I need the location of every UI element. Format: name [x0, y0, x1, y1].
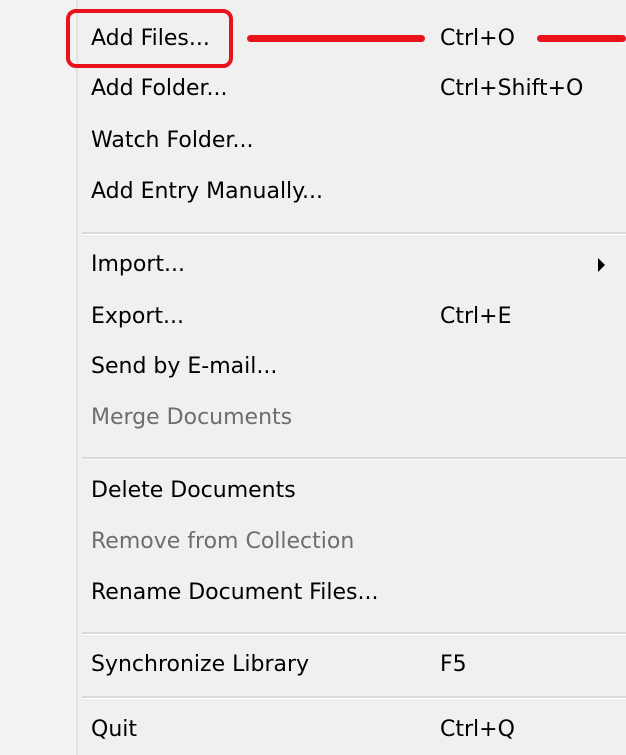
- menu-separator: [82, 696, 626, 699]
- menu-item-synchronize-library[interactable]: Synchronize Library F5: [78, 640, 626, 690]
- menu-item-label: Rename Document Files...: [91, 580, 379, 605]
- menu-item-export[interactable]: Export... Ctrl+E: [78, 292, 626, 342]
- menu-item-label: Import...: [91, 252, 185, 277]
- menu-item-label: Merge Documents: [91, 405, 293, 430]
- menu-item-send-by-email[interactable]: Send by E-mail...: [78, 342, 626, 392]
- menu-item-shortcut: Ctrl+O: [440, 26, 515, 51]
- menu-item-label: Export...: [91, 304, 184, 329]
- annotation-pointer-line-right: [537, 35, 626, 42]
- menu-item-label: Watch Folder...: [91, 128, 254, 153]
- menu-item-add-entry-manually[interactable]: Add Entry Manually...: [78, 167, 626, 217]
- menu-item-import[interactable]: Import...: [78, 240, 626, 290]
- menu-item-delete-documents[interactable]: Delete Documents: [78, 466, 626, 516]
- menu-item-merge-documents: Merge Documents: [78, 393, 626, 443]
- menu-separator: [82, 232, 626, 235]
- menu-item-shortcut: Ctrl+E: [440, 304, 512, 329]
- menu-separator: [82, 457, 626, 460]
- menu-item-shortcut: Ctrl+Q: [440, 717, 515, 742]
- menu-item-remove-from-collection: Remove from Collection: [78, 517, 626, 567]
- menu-item-add-folder[interactable]: Add Folder... Ctrl+Shift+O: [78, 64, 626, 114]
- submenu-arrow-icon: [598, 258, 605, 272]
- menu-item-label: Add Entry Manually...: [91, 179, 324, 204]
- menu-item-shortcut: F5: [440, 652, 467, 677]
- menu-item-label: Send by E-mail...: [91, 354, 278, 379]
- menu-item-watch-folder[interactable]: Watch Folder...: [78, 116, 626, 166]
- menu-item-label: Add Folder...: [91, 76, 228, 101]
- menu-item-label: Delete Documents: [91, 478, 296, 503]
- menu-item-label: Remove from Collection: [91, 529, 355, 554]
- annotation-highlight-box: [66, 9, 233, 68]
- file-menu: Add Files... Ctrl+O Add Folder... Ctrl+S…: [0, 0, 626, 755]
- menu-separator: [82, 632, 626, 635]
- menu-item-label: Quit: [91, 717, 137, 742]
- annotation-pointer-line: [247, 35, 425, 42]
- menu-item-quit[interactable]: Quit Ctrl+Q: [78, 705, 626, 755]
- menu-item-label: Synchronize Library: [91, 652, 310, 677]
- menu-item-shortcut: Ctrl+Shift+O: [440, 76, 584, 101]
- menu-icon-gutter: [0, 0, 78, 755]
- menu-item-rename-document-files[interactable]: Rename Document Files...: [78, 568, 626, 618]
